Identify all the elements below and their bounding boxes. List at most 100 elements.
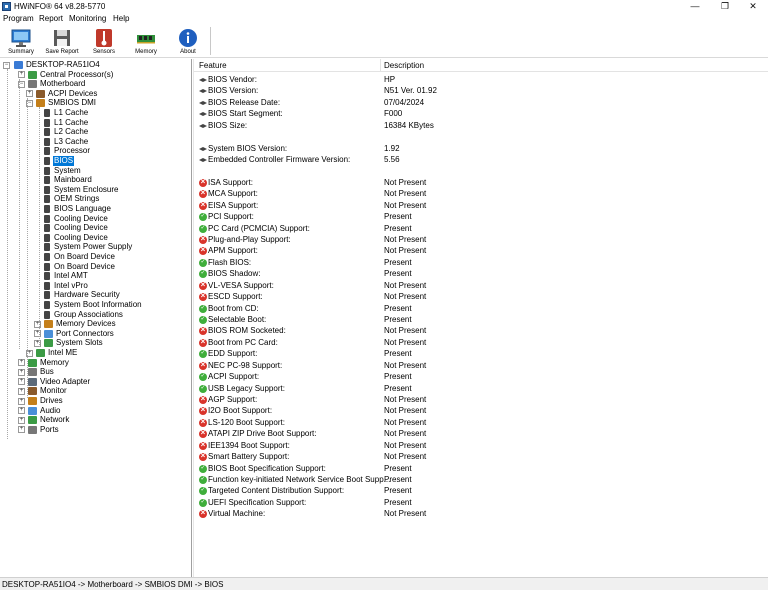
tree-item[interactable]: System Boot Information <box>0 300 190 310</box>
detail-row[interactable]: Selectable Boot: Present <box>194 314 768 325</box>
tree-item[interactable]: + Ports <box>0 425 190 435</box>
detail-row[interactable]: AGP Support: Not Present <box>194 394 768 405</box>
tree-item[interactable]: + Memory <box>0 358 190 368</box>
description-column-header[interactable]: Description <box>384 61 424 70</box>
detail-row[interactable]: NEC PC-98 Support: Not Present <box>194 360 768 371</box>
tree-root[interactable]: − DESKTOP-RA51IO4 <box>0 60 190 70</box>
detail-row[interactable]: Boot from PC Card: Not Present <box>194 337 768 348</box>
detail-row[interactable]: UEFI Specification Support: Present <box>194 497 768 508</box>
tree-item[interactable]: Cooling Device <box>0 214 190 224</box>
detail-row[interactable]: EISA Support: Not Present <box>194 200 768 211</box>
detail-row[interactable]: BIOS Release Date: 07/04/2024 <box>194 97 768 108</box>
expand-toggle[interactable]: + <box>18 71 25 79</box>
menu-report[interactable]: Report <box>39 14 63 23</box>
tree-item[interactable]: + Port Connectors <box>0 329 190 339</box>
detail-row[interactable]: PCI Support: Present <box>194 211 768 222</box>
expand-toggle[interactable]: + <box>18 359 25 367</box>
tree-item[interactable]: Group Associations <box>0 310 190 320</box>
tree-item[interactable]: On Board Device <box>0 252 190 262</box>
detail-row[interactable]: BIOS Vendor: HP <box>194 74 768 85</box>
detail-row[interactable]: ACPI Support: Present <box>194 371 768 382</box>
expand-toggle[interactable]: + <box>18 397 25 405</box>
expand-toggle[interactable]: + <box>18 416 25 424</box>
tree-item[interactable]: + Bus <box>0 367 190 377</box>
memory-button[interactable]: Memory <box>125 24 167 58</box>
detail-row[interactable]: BIOS Version: N51 Ver. 01.92 <box>194 85 768 96</box>
detail-row[interactable]: LS-120 Boot Support: Not Present <box>194 417 768 428</box>
close-button[interactable]: ✕ <box>738 0 768 13</box>
tree-item[interactable]: + Drives <box>0 396 190 406</box>
collapse-root-toggle[interactable]: − <box>3 61 10 69</box>
save-report-button[interactable]: Save Report <box>41 24 83 58</box>
detail-row[interactable]: USB Legacy Support: Present <box>194 383 768 394</box>
tree-item[interactable]: + Audio <box>0 406 190 416</box>
detail-row[interactable]: BIOS Boot Specification Support: Present <box>194 463 768 474</box>
tree-item[interactable]: + ACPI Devices <box>0 89 190 99</box>
tree-item[interactable]: L2 Cache <box>0 127 190 137</box>
expand-toggle[interactable]: + <box>18 407 25 415</box>
detail-row[interactable]: System BIOS Version: 1.92 <box>194 143 768 154</box>
detail-row[interactable]: ATAPI ZIP Drive Boot Support: Not Present <box>194 428 768 439</box>
tree-item[interactable]: − Motherboard <box>0 79 190 89</box>
detail-row[interactable]: VL-VESA Support: Not Present <box>194 280 768 291</box>
maximize-button[interactable]: ❐ <box>710 0 740 13</box>
detail-row[interactable]: BIOS ROM Socketed: Not Present <box>194 325 768 336</box>
tree-item[interactable]: + Network <box>0 415 190 425</box>
tree-item[interactable]: System Power Supply <box>0 242 190 252</box>
tree-item[interactable]: Intel AMT <box>0 271 190 281</box>
feature-column-header[interactable]: Feature <box>199 61 227 70</box>
about-button[interactable]: About <box>167 24 209 58</box>
menu-help[interactable]: Help <box>113 14 129 23</box>
tree-item[interactable]: On Board Device <box>0 262 190 272</box>
minimize-button[interactable]: — <box>680 0 710 13</box>
tree-item[interactable]: System Enclosure <box>0 185 190 195</box>
tree-item[interactable]: − SMBIOS DMI <box>0 98 190 108</box>
detail-row[interactable]: PC Card (PCMCIA) Support: Present <box>194 223 768 234</box>
tree-item[interactable]: System <box>0 166 190 176</box>
detail-row[interactable]: MCA Support: Not Present <box>194 188 768 199</box>
tree-item[interactable]: L1 Cache <box>0 118 190 128</box>
tree-item[interactable]: + Central Processor(s) <box>0 70 190 80</box>
detail-row[interactable]: Virtual Machine: Not Present <box>194 508 768 519</box>
summary-button[interactable]: Summary <box>0 24 42 58</box>
detail-row[interactable]: Plug-and-Play Support: Not Present <box>194 234 768 245</box>
expand-toggle[interactable]: + <box>18 368 25 376</box>
tree-item[interactable]: Processor <box>0 146 190 156</box>
tree-item[interactable]: Cooling Device <box>0 223 190 233</box>
tree-item[interactable]: BIOS <box>0 156 190 166</box>
detail-row[interactable]: Embedded Controller Firmware Version: 5.5… <box>194 154 768 165</box>
tree-item[interactable]: L3 Cache <box>0 137 190 147</box>
sensors-button[interactable]: Sensors <box>83 24 125 58</box>
tree-item[interactable]: Cooling Device <box>0 233 190 243</box>
expand-toggle[interactable]: + <box>18 387 25 395</box>
expand-toggle[interactable]: + <box>18 426 25 434</box>
detail-row[interactable]: ESCD Support: Not Present <box>194 291 768 302</box>
expand-toggle[interactable]: + <box>26 90 33 98</box>
tree-item[interactable]: + Video Adapter <box>0 377 190 387</box>
tree-item[interactable]: Mainboard <box>0 175 190 185</box>
tree-item[interactable]: Intel vPro <box>0 281 190 291</box>
detail-row[interactable]: Function key-initiated Network Service B… <box>194 474 768 485</box>
detail-row[interactable]: BIOS Size: 16384 KBytes <box>194 120 768 131</box>
detail-row[interactable]: BIOS Shadow: Present <box>194 268 768 279</box>
detail-row[interactable]: Smart Battery Support: Not Present <box>194 451 768 462</box>
tree-item[interactable]: Hardware Security <box>0 290 190 300</box>
detail-row[interactable]: EDD Support: Present <box>194 348 768 359</box>
tree-item[interactable]: BIOS Language <box>0 204 190 214</box>
detail-row[interactable]: IEE1394 Boot Support: Not Present <box>194 440 768 451</box>
menu-monitoring[interactable]: Monitoring <box>69 14 106 23</box>
expand-toggle[interactable]: + <box>18 378 25 386</box>
detail-row[interactable]: APM Support: Not Present <box>194 245 768 256</box>
detail-row[interactable]: Flash BIOS: Present <box>194 257 768 268</box>
column-divider[interactable] <box>380 59 381 72</box>
menu-program[interactable]: Program <box>3 14 34 23</box>
tree-item[interactable]: L1 Cache <box>0 108 190 118</box>
tree-item[interactable]: + Intel ME <box>0 348 190 358</box>
tree-item[interactable]: + Monitor <box>0 386 190 396</box>
tree-item[interactable]: + System Slots <box>0 338 190 348</box>
detail-row[interactable]: ISA Support: Not Present <box>194 177 768 188</box>
detail-row[interactable]: BIOS Start Segment: F000 <box>194 108 768 119</box>
detail-row[interactable]: Targeted Content Distribution Support: Pr… <box>194 485 768 496</box>
detail-row[interactable]: Boot from CD: Present <box>194 303 768 314</box>
detail-row[interactable]: I2O Boot Support: Not Present <box>194 405 768 416</box>
